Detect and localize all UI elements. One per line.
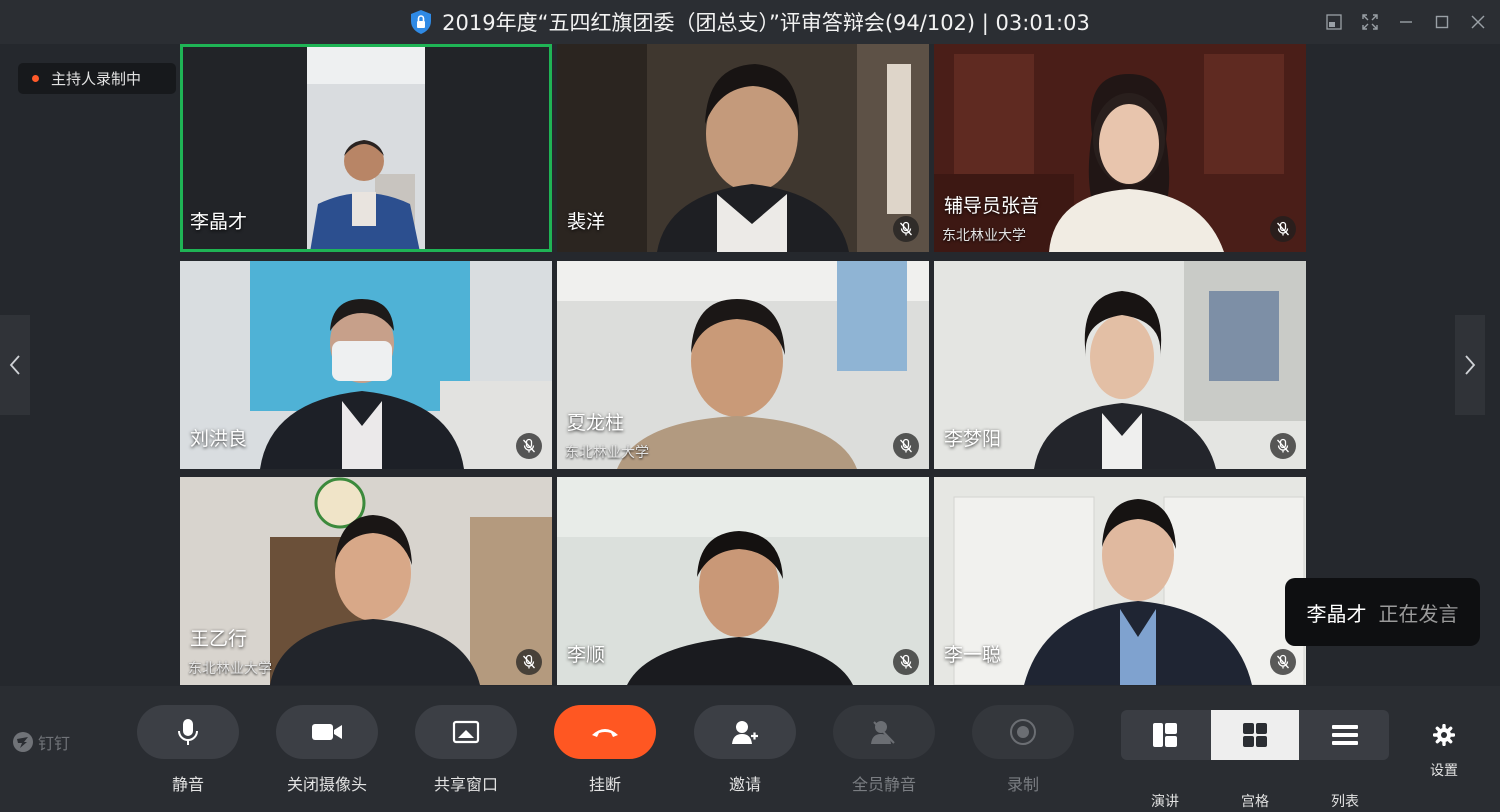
participant-name: 王乙行 [190, 628, 248, 650]
speaking-toast: 李晶才 正在发言 [1285, 578, 1480, 646]
participant-name: 裴洋 [567, 211, 606, 233]
mute-all-button[interactable]: 全员静音 [833, 705, 935, 795]
picture-in-picture-icon[interactable] [1322, 10, 1346, 34]
recording-status-text: 主持人录制中 [51, 70, 142, 88]
dingtalk-icon [13, 732, 33, 752]
microphone-muted-icon [516, 649, 542, 675]
camera-off-button[interactable]: 关闭摄像头 [276, 705, 378, 795]
participant-name: 李晶才 [190, 211, 248, 233]
layout-speaker-button[interactable]: 演讲 [1121, 710, 1209, 810]
participant-name: 夏龙柱 [567, 412, 625, 434]
video-tile[interactable]: 刘洪良 [180, 261, 552, 469]
participant-name: 刘洪良 [190, 428, 248, 450]
previous-page-button[interactable] [0, 315, 30, 415]
maximize-icon[interactable] [1430, 10, 1454, 34]
grid-layout-icon [1243, 723, 1267, 747]
add-user-icon [732, 721, 758, 744]
record-button[interactable]: 录制 [972, 705, 1074, 795]
mute-all-icon [871, 721, 895, 744]
layout-switcher: 演讲 宫格 列表 [1121, 710, 1389, 810]
microphone-muted-icon [1270, 216, 1296, 242]
minimize-icon[interactable] [1394, 10, 1418, 34]
speaker-layout-icon [1153, 723, 1177, 747]
microphone-muted-icon [893, 433, 919, 459]
meeting-toolbar: 钉钉 静音 关闭摄像头 共享窗口 挂断 邀请 全员静音 录制 演讲 宫格 列表 … [0, 686, 1500, 812]
hang-up-label: 挂断 [588, 775, 621, 794]
video-tile[interactable]: 李晶才 [180, 44, 552, 252]
mute-all-label: 全员静音 [851, 775, 916, 794]
share-screen-icon [452, 720, 480, 744]
microphone-muted-icon [893, 649, 919, 675]
recording-dot-icon [32, 75, 39, 82]
gear-icon [1433, 724, 1455, 746]
layout-list-label: 列表 [1331, 794, 1359, 810]
fullscreen-icon[interactable] [1358, 10, 1382, 34]
microphone-muted-icon [1270, 433, 1296, 459]
recording-badge: 主持人录制中 [18, 63, 176, 94]
video-tile[interactable]: 李梦阳 [934, 261, 1306, 469]
settings-label: 设置 [1430, 763, 1458, 779]
camera-icon [312, 724, 342, 740]
invite-button[interactable]: 邀请 [694, 705, 796, 795]
record-icon [1010, 719, 1036, 745]
video-tile[interactable]: 李顺 [557, 477, 929, 685]
layout-speaker-label: 演讲 [1151, 794, 1179, 810]
list-layout-icon [1332, 725, 1358, 745]
mute-label: 静音 [171, 775, 204, 794]
close-icon[interactable] [1466, 10, 1490, 34]
microphone-muted-icon [1270, 649, 1296, 675]
participant-name: 李顺 [567, 644, 606, 666]
participant-org: 东北林业大学 [565, 445, 649, 461]
speaker-name: 李晶才 [1306, 601, 1367, 626]
participant-org: 东北林业大学 [188, 661, 272, 677]
video-tile[interactable]: 夏龙柱 东北林业大学 [557, 261, 929, 469]
microphone-muted-icon [516, 433, 542, 459]
dingtalk-logo: 钉钉 [12, 730, 70, 754]
brand-label: 钉钉 [38, 734, 71, 753]
record-label: 录制 [1006, 775, 1039, 794]
participant-name: 李梦阳 [944, 428, 1002, 450]
hang-up-button[interactable]: 挂断 [554, 705, 656, 795]
next-page-button[interactable] [1455, 315, 1485, 415]
layout-grid-label: 宫格 [1241, 794, 1269, 810]
layout-list-button[interactable]: 列表 [1301, 710, 1389, 810]
layout-grid-button[interactable]: 宫格 [1211, 710, 1299, 810]
chevron-left-icon [9, 355, 20, 375]
microphone-icon [178, 719, 198, 745]
chevron-right-icon [1465, 355, 1476, 375]
share-window-button[interactable]: 共享窗口 [415, 705, 517, 795]
settings-button[interactable]: 设置 [1424, 724, 1464, 780]
hang-up-icon [592, 729, 618, 737]
title-bar: 2019年度“五四红旗团委（团总支）”评审答辩会(94/102) | 03:01… [0, 0, 1500, 44]
invite-label: 邀请 [728, 775, 761, 794]
video-tile[interactable]: 王乙行 东北林业大学 [180, 477, 552, 685]
speaker-status: 正在发言 [1378, 601, 1459, 626]
microphone-muted-icon [893, 216, 919, 242]
participant-name: 李一聪 [944, 644, 1002, 666]
camera-off-label: 关闭摄像头 [286, 775, 367, 794]
video-tile[interactable]: 李一聪 [934, 477, 1306, 685]
window-title: 2019年度“五四红旗团委（团总支）”评审答辩会(94/102) | 03:01… [442, 11, 1090, 35]
mute-button[interactable]: 静音 [137, 705, 239, 795]
shield-lock-icon [411, 10, 432, 34]
video-tile[interactable]: 裴洋 [557, 44, 929, 252]
video-grid: 李晶才 裴洋 辅导员张音 东北林业大学 刘洪良 夏龙柱 东北林业大学 李梦阳 王… [180, 44, 1306, 686]
share-window-label: 共享窗口 [433, 775, 498, 794]
video-tile[interactable]: 辅导员张音 东北林业大学 [934, 44, 1306, 252]
participant-name: 辅导员张音 [944, 195, 1040, 217]
participant-org: 东北林业大学 [942, 228, 1026, 244]
